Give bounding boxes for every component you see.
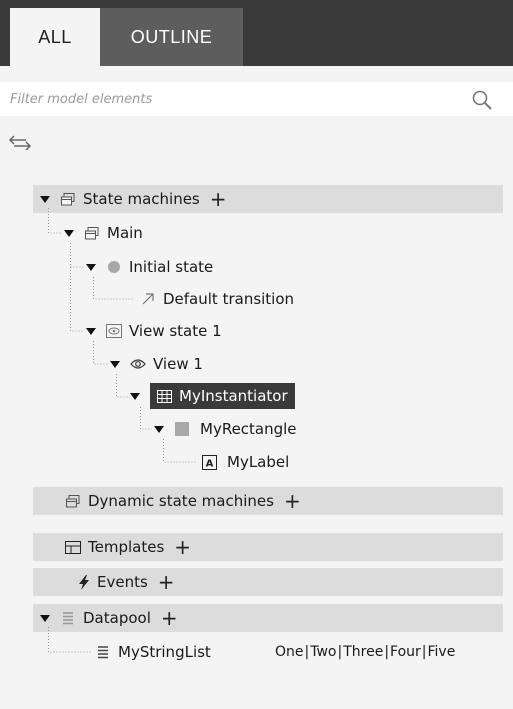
dynamic-state-machine-icon [65, 493, 81, 509]
state-machine-icon [60, 191, 76, 207]
tree-item-events[interactable]: Events + [78, 568, 175, 596]
add-state-machine-button[interactable]: + [210, 189, 227, 209]
selected-item-highlight[interactable]: MyInstantiator [150, 383, 295, 409]
tree-item-default-transition[interactable]: Default transition [140, 285, 294, 313]
expand-caret-icon[interactable] [86, 327, 96, 335]
svg-text:A: A [205, 458, 213, 469]
tree-item-label: Dynamic state machines [88, 492, 274, 510]
string-list-icon [95, 644, 111, 660]
expand-caret-icon[interactable] [154, 425, 164, 433]
tree-item-dynamic-state-machines[interactable]: Dynamic state machines + [65, 487, 301, 515]
tree-item-view-state-1[interactable]: View state 1 [86, 317, 222, 345]
tree-item-label: Initial state [129, 258, 214, 276]
list-value[interactable]: Five [428, 644, 456, 660]
tree-item-label: MyInstantiator [179, 387, 288, 405]
tree-item-label: MyLabel [227, 453, 290, 471]
expand-caret-icon[interactable] [110, 360, 120, 368]
tree-item-label: View 1 [153, 355, 203, 373]
tree-connectors [48, 208, 196, 653]
tree-item-my-label[interactable]: A MyLabel [201, 448, 289, 476]
transition-arrow-icon [140, 291, 156, 307]
add-template-button[interactable]: + [174, 537, 191, 557]
tree-item-state-machines[interactable]: State machines + [40, 185, 227, 213]
tree-item-label: Default transition [163, 290, 295, 308]
expand-caret-icon[interactable] [86, 263, 96, 271]
expand-caret-icon[interactable] [40, 614, 50, 622]
tree-item-label: Templates [88, 538, 165, 556]
tree-item-my-rectangle[interactable]: MyRectangle [154, 415, 297, 443]
view-state-icon [106, 323, 122, 339]
list-value[interactable]: Two [310, 644, 336, 660]
expand-caret-icon[interactable] [40, 195, 50, 203]
datapool-list-icon [60, 610, 76, 626]
lightning-icon [78, 574, 90, 590]
expand-caret-icon[interactable] [130, 392, 140, 400]
expand-caret-icon[interactable] [64, 229, 74, 237]
list-value[interactable]: Four [390, 644, 421, 660]
tree-item-label: Datapool [83, 609, 151, 627]
add-datapool-item-button[interactable]: + [161, 608, 178, 628]
initial-state-icon [106, 259, 122, 275]
tree-item-view-1[interactable]: View 1 [110, 350, 203, 378]
list-value[interactable]: One [275, 644, 304, 660]
tree-item-my-instantiator[interactable]: MyInstantiator [130, 382, 295, 410]
rectangle-icon [174, 421, 190, 437]
template-icon [65, 539, 81, 555]
instantiator-grid-icon [156, 388, 172, 404]
eye-icon [130, 356, 146, 372]
add-dynamic-state-machine-button[interactable]: + [284, 491, 301, 511]
label-widget-icon: A [201, 454, 217, 470]
list-value[interactable]: Three [343, 644, 383, 660]
tree-item-label: View state 1 [129, 322, 222, 340]
tree-item-templates[interactable]: Templates + [65, 533, 191, 561]
tree-item-initial-state[interactable]: Initial state [86, 253, 213, 281]
tree-item-label: Events [97, 573, 148, 591]
tree-item-datapool[interactable]: Datapool + [40, 604, 178, 632]
tree-item-label: MyStringList [118, 643, 211, 661]
tree-item-my-string-list[interactable]: MyStringList [95, 638, 211, 666]
tree-item-label: State machines [83, 190, 200, 208]
tree-item-label: MyRectangle [200, 420, 297, 438]
add-event-button[interactable]: + [158, 572, 175, 592]
tree-item-main[interactable]: Main [64, 219, 143, 247]
string-list-values: One | Two | Three | Four | Five [275, 644, 456, 660]
state-machine-icon [84, 225, 100, 241]
tree-item-label: Main [107, 224, 143, 242]
